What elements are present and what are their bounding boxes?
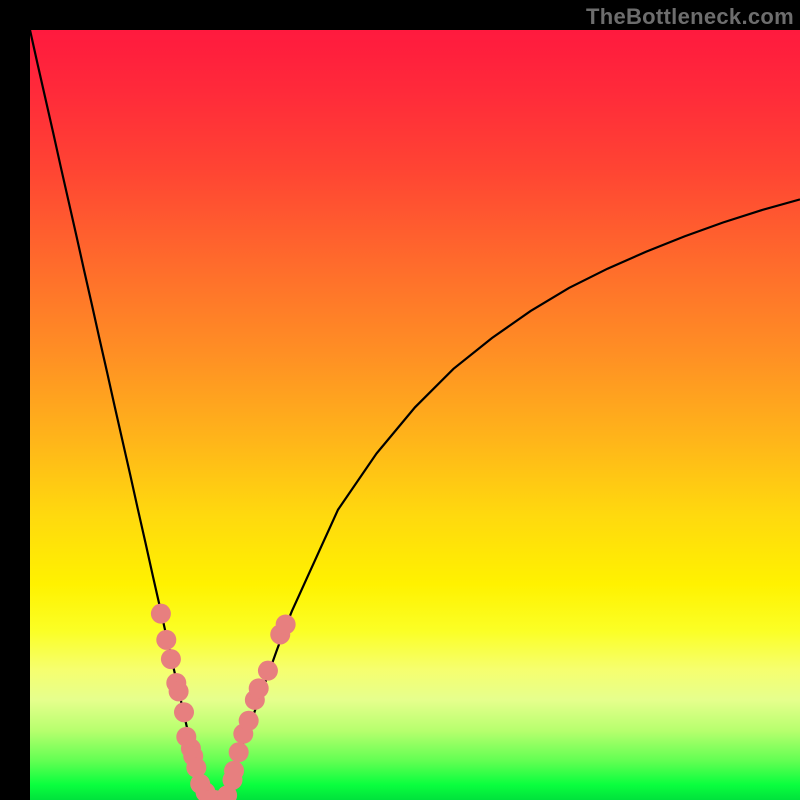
plot-background <box>30 30 800 800</box>
chart-frame: TheBottleneck.com <box>0 0 800 800</box>
watermark-text: TheBottleneck.com <box>586 4 794 30</box>
